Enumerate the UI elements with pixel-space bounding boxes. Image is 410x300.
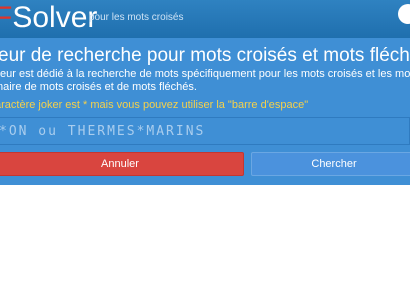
- logo-name: Solver: [12, 1, 98, 34]
- description-line: naire de mots croisés et de mots fléchés…: [0, 81, 197, 93]
- description-line: teur est dédié à la recherche de mots sp…: [0, 68, 410, 80]
- logo-accent-letter: F: [0, 1, 13, 34]
- search-button[interactable]: Chercher: [251, 152, 410, 176]
- top-header-bar: FSolver pour les mots croisés: [0, 0, 410, 38]
- site-logo[interactable]: FSolver: [0, 1, 97, 35]
- cancel-button[interactable]: Annuler: [0, 152, 244, 176]
- site-tagline: pour les mots croisés: [89, 12, 184, 23]
- page-description: teur est dédié à la recherche de mots sp…: [0, 68, 410, 94]
- page: FSolver pour les mots croisés eur de rec…: [0, 0, 410, 300]
- page-title: eur de recherche pour mots croisés et mo…: [0, 45, 410, 66]
- wildcard-hint: aractère joker est * mais vous pouvez ut…: [0, 99, 309, 111]
- search-panel: eur de recherche pour mots croisés et mo…: [0, 38, 410, 185]
- user-icon[interactable]: [398, 4, 410, 24]
- search-input[interactable]: [0, 117, 410, 145]
